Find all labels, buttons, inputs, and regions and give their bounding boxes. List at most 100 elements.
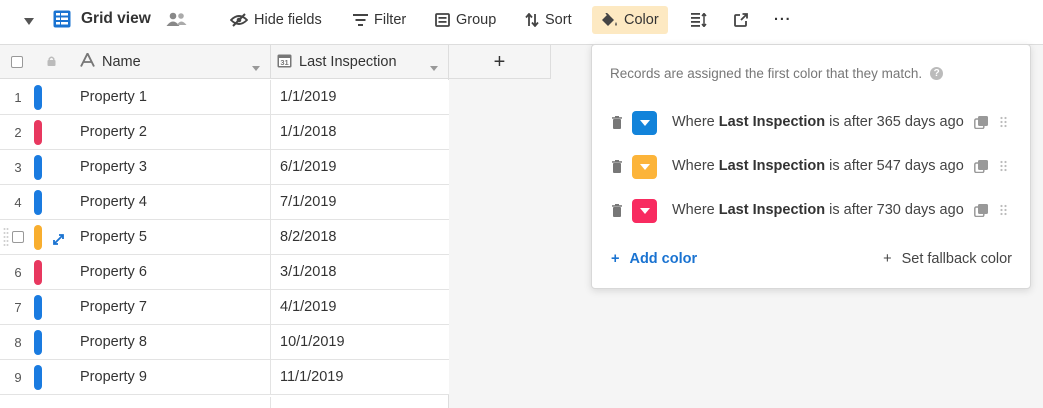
view-toolbar: Grid view Hide fields Filter Group Sort … <box>0 0 1043 40</box>
column-header-name[interactable]: Name <box>70 45 271 79</box>
add-field-button[interactable]: + <box>449 45 551 79</box>
cell-name[interactable]: Property 9 <box>70 360 271 395</box>
duplicate-icon[interactable] <box>974 204 988 220</box>
chevron-down-icon <box>639 208 650 214</box>
cell-last-inspection[interactable]: 4/1/2019 <box>271 290 449 325</box>
cell-name[interactable]: Property 7 <box>70 290 271 325</box>
table-row[interactable]: 8 Property 8 10/1/2019 <box>0 325 449 360</box>
question-icon[interactable]: ? <box>930 67 944 80</box>
drag-handle-icon[interactable] <box>3 227 9 247</box>
share-view-button[interactable] <box>726 6 756 34</box>
add-color-button[interactable]: + Add color <box>611 251 697 267</box>
cell-name[interactable]: Property 8 <box>70 325 271 360</box>
table-row[interactable]: 3 Property 3 6/1/2019 <box>0 150 449 185</box>
group-button[interactable]: Group <box>427 6 504 34</box>
duplicate-icon[interactable] <box>974 116 988 132</box>
cell-last-inspection[interactable]: 7/1/2019 <box>271 185 449 220</box>
grid-view-icon <box>53 10 71 31</box>
table-row[interactable]: 6 Property 6 3/1/2018 <box>0 255 449 290</box>
trash-icon[interactable] <box>612 116 622 132</box>
color-picker-button[interactable] <box>632 199 657 223</box>
expand-record-icon[interactable] <box>53 232 64 248</box>
row-number: 9 <box>14 370 22 385</box>
view-menu-caret-icon[interactable] <box>24 13 34 29</box>
row-color-indicator <box>34 225 42 250</box>
color-picker-button[interactable] <box>632 111 657 135</box>
trash-icon[interactable] <box>612 204 622 220</box>
color-rule-condition[interactable]: Where Last Inspection is after 730 days … <box>672 202 964 218</box>
drag-handle-icon[interactable] <box>1000 160 1007 176</box>
column-header-last-inspection[interactable]: 31 Last Inspection <box>271 45 449 79</box>
cell-name[interactable]: Property 3 <box>70 150 271 185</box>
duplicate-icon[interactable] <box>974 160 988 176</box>
people-icon[interactable] <box>166 12 187 30</box>
column-header-last-inspection-label: Last Inspection <box>299 54 397 70</box>
chevron-down-icon[interactable] <box>430 59 438 75</box>
grid-empty-area <box>0 397 449 408</box>
cell-name[interactable]: Property 5 <box>70 220 271 255</box>
more-icon: ··· <box>774 12 792 28</box>
cell-last-inspection[interactable]: 1/1/2018 <box>271 115 449 150</box>
trash-icon[interactable] <box>612 160 622 176</box>
more-options-button[interactable]: ··· <box>766 6 800 34</box>
lock-icon <box>47 54 56 70</box>
color-button[interactable]: Color <box>592 6 668 34</box>
table-row[interactable]: Property 5 8/2/2018 <box>0 220 449 255</box>
color-popover: Records are assigned the first color tha… <box>591 44 1031 289</box>
select-all-checkbox[interactable] <box>11 56 23 68</box>
drag-handle-icon[interactable] <box>1000 204 1007 220</box>
table-row[interactable]: 1 Property 1 1/1/2019 <box>0 80 449 115</box>
rule-prefix: Where <box>672 202 715 218</box>
rule-field: Last Inspection <box>718 158 826 174</box>
row-color-indicator <box>34 155 42 180</box>
calendar-icon: 31 <box>277 53 292 72</box>
filter-button[interactable]: Filter <box>345 6 414 34</box>
view-name[interactable]: Grid view <box>81 10 151 28</box>
row-color-indicator <box>34 260 42 285</box>
rule-prefix: Where <box>672 158 715 174</box>
group-label: Group <box>456 12 497 28</box>
drag-handle-icon[interactable] <box>1000 116 1007 132</box>
color-rule: Where Last Inspection is after 730 days … <box>610 197 1014 225</box>
color-rule-condition[interactable]: Where Last Inspection is after 365 days … <box>672 114 964 130</box>
paint-bucket-icon <box>601 12 618 28</box>
grid-header: Name 31 Last Inspection + <box>0 45 551 79</box>
cell-name[interactable]: Property 6 <box>70 255 271 290</box>
row-color-indicator <box>34 85 42 110</box>
sort-button[interactable]: Sort <box>517 6 580 34</box>
cell-last-inspection[interactable]: 10/1/2019 <box>271 325 449 360</box>
color-rule-condition[interactable]: Where Last Inspection is after 547 days … <box>672 158 964 174</box>
cell-last-inspection[interactable]: 6/1/2019 <box>271 150 449 185</box>
add-field-label: + <box>493 50 506 73</box>
filter-icon <box>353 14 368 26</box>
cell-name[interactable]: Property 4 <box>70 185 271 220</box>
row-number: 7 <box>14 300 22 315</box>
cell-name[interactable]: Property 1 <box>70 80 271 115</box>
color-picker-button[interactable] <box>632 155 657 179</box>
row-number: 6 <box>14 265 22 280</box>
cell-last-inspection[interactable]: 8/2/2018 <box>271 220 449 255</box>
row-checkbox[interactable] <box>12 231 24 243</box>
eye-slash-icon <box>230 13 248 27</box>
set-fallback-color-button[interactable]: + Set fallback color <box>883 251 1012 267</box>
hide-fields-button[interactable]: Hide fields <box>222 6 330 34</box>
chevron-down-icon[interactable] <box>252 59 260 75</box>
row-color-indicator <box>34 330 42 355</box>
cell-last-inspection[interactable]: 1/1/2019 <box>271 80 449 115</box>
row-number: 3 <box>14 160 22 175</box>
cell-last-inspection[interactable]: 11/1/2019 <box>271 360 449 395</box>
column-header-name-label: Name <box>102 54 141 70</box>
cell-name[interactable]: Property 2 <box>70 115 271 150</box>
rule-condition: is after 365 days ago <box>829 114 964 130</box>
svg-text:31: 31 <box>280 58 288 67</box>
rule-condition: is after 730 days ago <box>829 202 964 218</box>
table-row[interactable]: 4 Property 4 7/1/2019 <box>0 185 449 220</box>
table-row[interactable]: 2 Property 2 1/1/2018 <box>0 115 449 150</box>
rule-condition: is after 547 days ago <box>829 158 964 174</box>
rule-field: Last Inspection <box>718 202 826 218</box>
row-height-button[interactable] <box>683 6 715 34</box>
color-rule: Where Last Inspection is after 365 days … <box>610 109 1014 137</box>
cell-last-inspection[interactable]: 3/1/2018 <box>271 255 449 290</box>
table-row[interactable]: 9 Property 9 11/1/2019 <box>0 360 449 395</box>
table-row[interactable]: 7 Property 7 4/1/2019 <box>0 290 449 325</box>
